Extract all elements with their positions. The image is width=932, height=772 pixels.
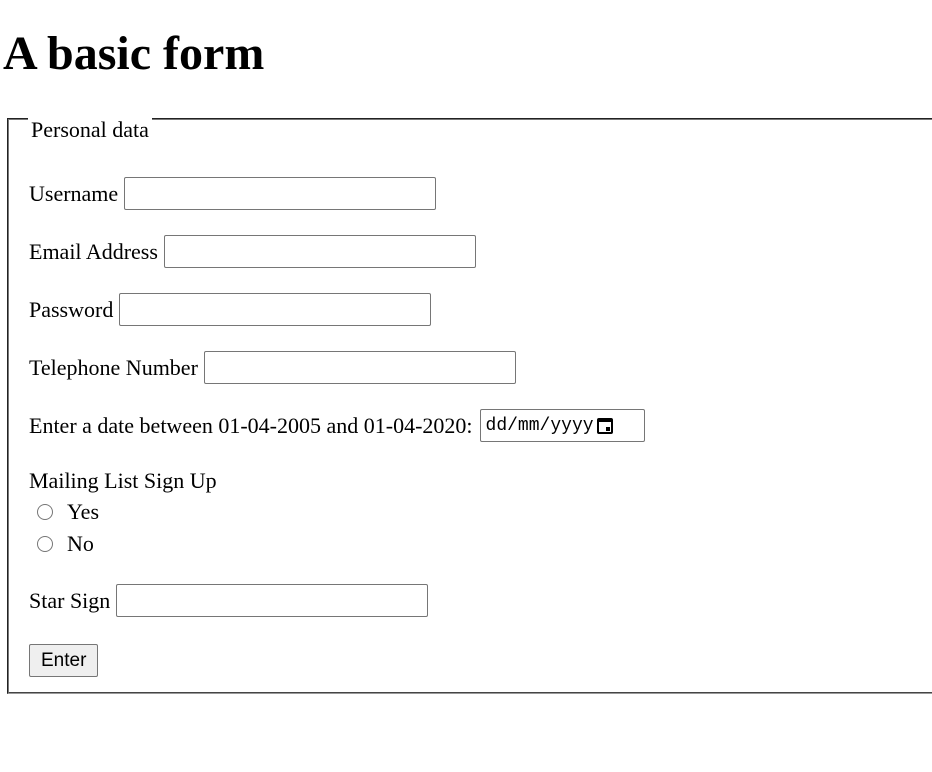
password-row: Password (29, 293, 432, 326)
password-label: Password (29, 296, 114, 322)
date-placeholder: dd/mm/yyyy (485, 415, 594, 436)
telephone-row: Telephone Number (29, 351, 516, 384)
calendar-icon[interactable] (596, 417, 613, 434)
mailing-option-no[interactable]: No (37, 531, 94, 557)
star-sign-label: Star Sign (29, 587, 111, 613)
radio-no[interactable] (37, 536, 53, 552)
telephone-input[interactable] (203, 351, 516, 384)
star-sign-row: Star Sign (29, 584, 429, 617)
mailing-option-yes[interactable]: Yes (37, 499, 99, 525)
date-label: Enter a date between 01-04-2005 and 01-0… (29, 412, 473, 438)
radio-yes[interactable] (37, 504, 53, 520)
personal-data-fieldset: Personal data Username Email Address Pas… (7, 118, 932, 694)
page-title: A basic form (3, 27, 265, 80)
enter-button[interactable]: Enter (29, 644, 99, 677)
radio-no-label: No (67, 531, 94, 556)
page: A basic form Personal data Username Emai… (0, 0, 932, 772)
mailing-list-row: Mailing List Sign Up (29, 468, 217, 494)
email-row: Email Address (29, 235, 476, 268)
username-row: Username (29, 177, 437, 210)
date-input[interactable]: dd/mm/yyyy (479, 409, 645, 442)
email-label: Email Address (29, 238, 158, 264)
radio-yes-label: Yes (67, 499, 100, 524)
username-input[interactable] (124, 177, 437, 210)
email-input[interactable] (163, 235, 476, 268)
mailing-list-label: Mailing List Sign Up (29, 468, 217, 493)
password-input[interactable] (119, 293, 432, 326)
username-label: Username (29, 180, 119, 206)
date-row: Enter a date between 01-04-2005 and 01-0… (29, 409, 645, 442)
star-sign-input[interactable] (116, 584, 429, 617)
telephone-label: Telephone Number (29, 354, 198, 380)
fieldset-legend: Personal data (28, 118, 152, 142)
